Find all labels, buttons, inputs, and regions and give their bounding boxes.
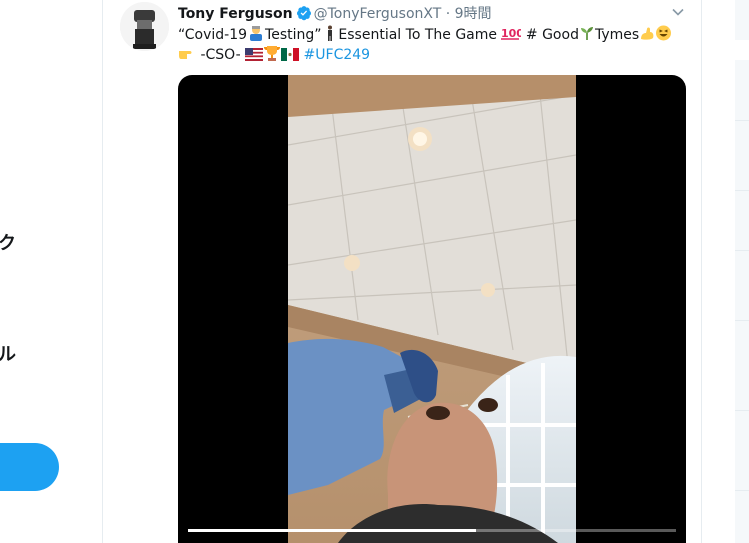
mexico-flag-emoji-icon [281,48,300,65]
grinning-squinting-face-emoji-icon [655,25,672,45]
tweet-text: Essential To The Game [338,27,497,43]
avatar[interactable] [120,2,169,51]
divider [735,320,749,321]
divider [735,490,749,491]
divider [735,120,749,121]
separator-dot: · [445,6,451,22]
tweet-header: Tony Ferguson @TonyFergusonXT · 9時間 [178,3,492,23]
us-flag-emoji-icon [245,48,264,65]
tweet-text: Tymes [594,27,640,43]
chevron-down-icon[interactable] [671,4,685,23]
tweet-text: “Covid-19 [178,27,248,43]
divider [735,190,749,191]
video-frame [288,75,576,543]
left-navigation: ク ル [0,0,103,543]
trophy-emoji-icon [263,45,281,65]
author-name[interactable]: Tony Ferguson [178,6,293,22]
video-progress-fill [188,529,476,532]
seedling-emoji-icon [579,25,595,45]
hashtag-link[interactable]: #UFC249 [304,47,371,63]
tweet-compose-button[interactable] [0,443,59,491]
search-box[interactable] [735,0,749,40]
tweet-timestamp[interactable]: 9時間 [455,6,492,22]
flexed-biceps-emoji-icon [639,25,655,45]
video-progress-bar[interactable] [188,529,676,532]
svg-text:100: 100 [501,27,521,40]
author-handle[interactable]: @TonyFergusonXT [314,6,442,22]
nav-item-label-2[interactable]: ル [0,340,16,366]
divider [735,250,749,251]
tweet-text-line-1: “Covid-19 Testing” Essential To The Game … [178,25,672,45]
avatar-image [120,2,169,51]
person-standing-emoji-icon [326,25,334,45]
video-still-image [288,75,576,543]
hundred-points-emoji-icon: 100 [501,25,525,45]
right-sidebar [735,0,749,543]
tweet-text: -CSO- [200,47,241,63]
verified-badge-icon [296,5,312,25]
nav-item-label-1[interactable]: ク [0,229,16,255]
video-player[interactable] [178,75,686,543]
tweet[interactable]: Tony Ferguson @TonyFergusonXT · 9時間 “Covi… [103,0,701,543]
tweet-text: Testing” [265,27,322,43]
tweet-text: # Good [525,27,579,43]
pointing-right-emoji-icon [178,47,196,65]
health-worker-emoji-icon [247,25,265,45]
divider [735,410,749,411]
trends-panel [735,60,749,543]
tweet-text-line-2: -CSO- #UFC249 [178,45,370,65]
timeline-border-right [701,0,702,543]
